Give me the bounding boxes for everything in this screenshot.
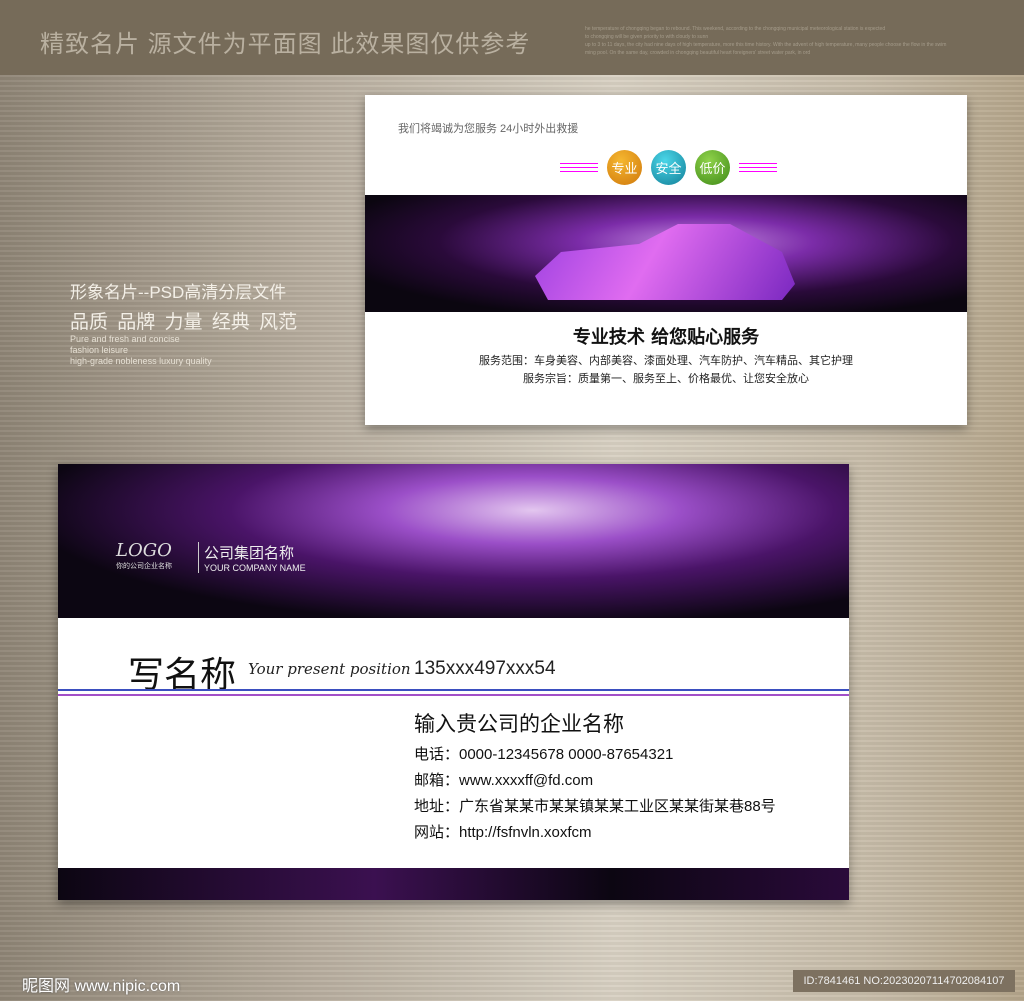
headline: 专业技术 给您贴心服务 <box>572 327 760 348</box>
decor-lines <box>560 162 598 173</box>
purple-header <box>58 464 849 618</box>
company: 输入贵公司的企业名称 <box>414 713 624 736</box>
badge: 安全 <box>651 150 686 185</box>
logo-subtext: 你的公司企业名称 <box>116 563 172 570</box>
info-website: 网站：http://fsfnvln.xoxfcm <box>414 824 592 841</box>
watermark: 昵图网 www.nipic.com <box>22 978 181 995</box>
badge: 低价 <box>695 150 730 185</box>
info-tel: 电话：0000-12345678 0000-87654321 <box>414 746 674 763</box>
banner-filler-text: he temperature of chongqing began to reb… <box>585 25 1015 57</box>
service-tenet: 服务宗旨：质量第一、服务至上、价格最优、让您安全放心 <box>523 373 809 385</box>
front-card: LOGO 你的公司企业名称 公司集团名称 YOUR COMPANY NAME 写… <box>58 464 849 900</box>
car-banner <box>365 195 967 312</box>
side-title: 形象名片--PSD高清分层文件 <box>70 283 287 302</box>
service-scope: 服务范围：车身美容、内部美容、漆面处理、汽车防护、汽车精品、其它护理 <box>479 355 853 367</box>
filler-line: up to 3 to 11 days, the city had nine da… <box>585 42 947 48</box>
back-card: 我们将竭诚为您服务 24小时外出救援 专业 安全 低价 专业技术 给您贴心服务 … <box>365 95 967 425</box>
decor-lines <box>739 162 777 173</box>
logo-text: LOGO <box>116 540 172 561</box>
badges: 专业 安全 低价 <box>560 150 777 185</box>
purple-footer <box>58 868 849 900</box>
badge: 专业 <box>607 150 642 185</box>
side-en: Pure and fresh and concise <box>70 334 180 344</box>
side-en: high-grade nobleness luxury quality <box>70 356 212 366</box>
phone: 135xxx497xxx54 <box>414 658 556 679</box>
company-name-block: 公司集团名称 YOUR COMPANY NAME <box>198 542 306 573</box>
filler-line: he temperature of chongqing began to reb… <box>585 26 886 32</box>
tagline: 我们将竭诚为您服务 24小时外出救援 <box>398 123 579 135</box>
info-address: 地址：广东省某某市某某镇某某工业区某某街某巷88号 <box>414 798 776 815</box>
divider <box>58 689 849 696</box>
position: Your present position <box>248 660 411 678</box>
filler-line: ming pool. On the same day, crowded in c… <box>585 50 811 56</box>
image-id: ID:7841461 NO:20230207114702084107 <box>793 970 1015 992</box>
side-en: fashion leisure <box>70 345 129 355</box>
company-name-zh: 公司集团名称 <box>204 545 295 562</box>
car-image <box>535 224 795 300</box>
info-email: 邮箱：www.xxxxff@fd.com <box>414 772 594 789</box>
company-name-en: YOUR COMPANY NAME <box>204 563 306 573</box>
side-subtitle: 品质 品牌 力量 经典 风范 <box>70 312 298 333</box>
side-description: 形象名片--PSD高清分层文件 品质 品牌 力量 经典 风范 Pure and … <box>70 278 297 367</box>
logo: LOGO 你的公司企业名称 <box>116 540 172 571</box>
top-banner: 精致名片 源文件为平面图 此效果图仅供参考 he temperature of … <box>0 0 1024 75</box>
banner-title: 精致名片 源文件为平面图 此效果图仅供参考 <box>40 31 531 58</box>
filler-line: to chongqing will be given priority to w… <box>585 34 709 40</box>
